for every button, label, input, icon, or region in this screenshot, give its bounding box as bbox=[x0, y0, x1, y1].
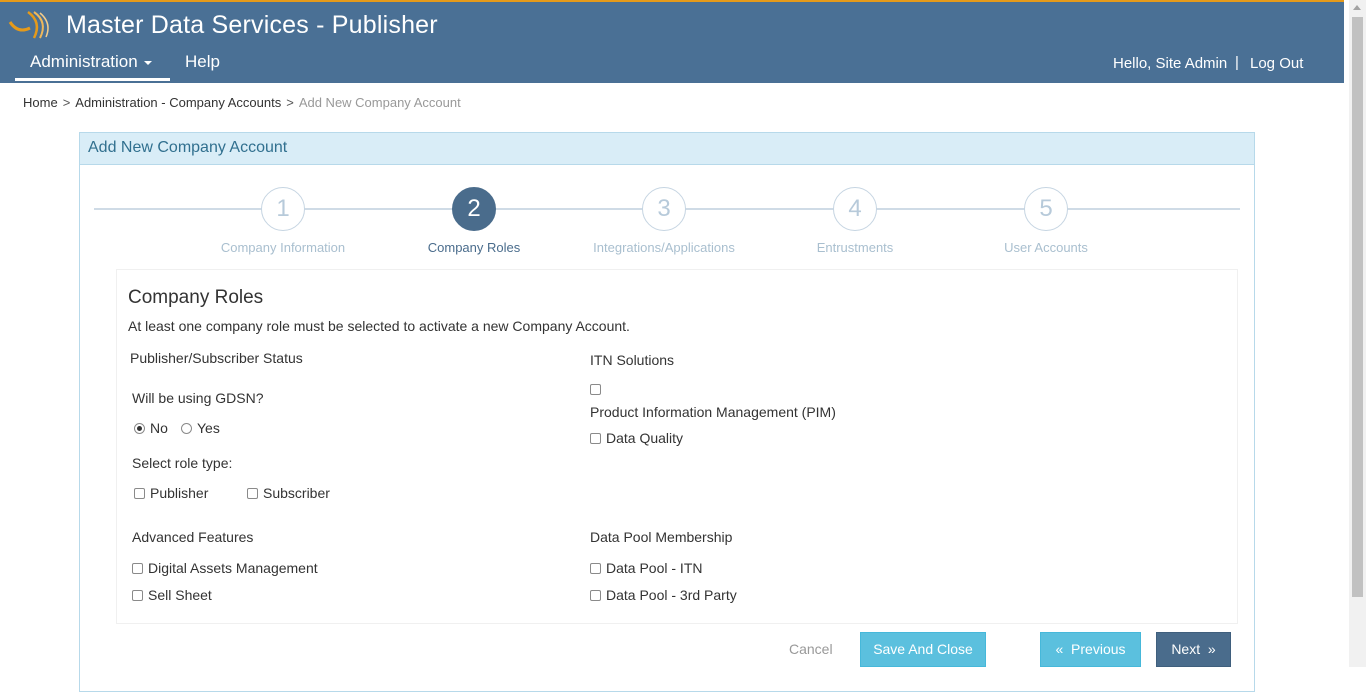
header-separator: | bbox=[1235, 54, 1239, 71]
gdsn-no-radio[interactable]: No bbox=[134, 420, 168, 436]
double-chevron-right-icon: » bbox=[1207, 641, 1216, 657]
page-scrollbar[interactable] bbox=[1349, 0, 1366, 667]
step-number: 3 bbox=[642, 187, 686, 231]
nav-administration-label: Administration bbox=[30, 52, 138, 71]
user-greeting: Hello, Site Admin bbox=[1113, 55, 1228, 72]
scroll-thumb[interactable] bbox=[1352, 17, 1363, 597]
breadcrumb-separator: > bbox=[62, 95, 71, 110]
checkbox-icon bbox=[590, 384, 601, 395]
wizard-step-3[interactable]: 3 Integrations/Applications bbox=[574, 187, 754, 255]
previous-button[interactable]: « Previous bbox=[1040, 632, 1141, 667]
double-chevron-left-icon: « bbox=[1055, 641, 1064, 657]
previous-label: Previous bbox=[1071, 641, 1126, 657]
breadcrumb-company-accounts[interactable]: Administration - Company Accounts bbox=[75, 95, 281, 110]
scroll-up-arrow-icon[interactable] bbox=[1353, 5, 1361, 10]
wizard-step-2[interactable]: 2 Company Roles bbox=[384, 187, 564, 255]
wizard-step-4[interactable]: 4 Entrustments bbox=[765, 187, 945, 255]
breadcrumb-separator: > bbox=[286, 95, 294, 110]
gdsn-question: Will be using GDSN? bbox=[132, 390, 264, 406]
breadcrumb-home[interactable]: Home bbox=[23, 95, 58, 110]
step-number: 1 bbox=[261, 187, 305, 231]
sell-sheet-checkbox[interactable]: Sell Sheet bbox=[132, 587, 212, 603]
step-label: Integrations/Applications bbox=[593, 240, 735, 255]
publisher-checkbox[interactable]: Publisher bbox=[134, 485, 208, 501]
data-pool-heading: Data Pool Membership bbox=[590, 529, 733, 545]
checkbox-icon bbox=[247, 488, 258, 499]
dam-checkbox[interactable]: Digital Assets Management bbox=[132, 560, 318, 576]
step-label: Entrustments bbox=[816, 240, 894, 255]
checkbox-icon bbox=[132, 590, 143, 601]
company-roles-form: Company Roles At least one company role … bbox=[116, 269, 1238, 624]
caret-down-icon bbox=[143, 60, 152, 65]
checkbox-icon bbox=[590, 433, 601, 444]
subscriber-checkbox[interactable]: Subscriber bbox=[247, 485, 330, 501]
next-button[interactable]: Next » bbox=[1156, 632, 1231, 667]
pub-sub-heading: Publisher/Subscriber Status bbox=[130, 350, 303, 366]
step-number: 4 bbox=[833, 187, 877, 231]
step-label: User Accounts bbox=[1004, 240, 1088, 255]
gdsn-no-label: No bbox=[150, 420, 168, 436]
publisher-label: Publisher bbox=[150, 485, 209, 501]
advanced-heading: Advanced Features bbox=[132, 529, 254, 545]
data-pool-3rd-party-checkbox[interactable]: Data Pool - 3rd Party bbox=[590, 587, 737, 603]
pim-checkbox[interactable] bbox=[590, 381, 606, 397]
checkbox-icon bbox=[590, 590, 601, 601]
step-number: 5 bbox=[1024, 187, 1068, 231]
itn-heading: ITN Solutions bbox=[590, 352, 675, 368]
app-header: Master Data Services - Publisher Adminis… bbox=[0, 0, 1344, 83]
dam-label: Digital Assets Management bbox=[148, 560, 318, 576]
wizard-step-5[interactable]: 5 User Accounts bbox=[956, 187, 1136, 255]
nav-administration[interactable]: Administration bbox=[15, 48, 170, 81]
sell-sheet-label: Sell Sheet bbox=[148, 587, 212, 603]
logout-link[interactable]: Log Out bbox=[1250, 55, 1303, 72]
checkbox-icon bbox=[134, 488, 145, 499]
role-type-label: Select role type: bbox=[132, 455, 233, 471]
data-quality-checkbox[interactable]: Data Quality bbox=[590, 430, 683, 446]
save-and-close-button[interactable]: Save And Close bbox=[860, 632, 986, 667]
panel-title: Add New Company Account bbox=[80, 133, 1254, 165]
data-quality-label: Data Quality bbox=[606, 430, 684, 446]
add-account-panel: Add New Company Account 1 Company Inform… bbox=[79, 132, 1255, 692]
data-pool-itn-label: Data Pool - ITN bbox=[606, 560, 703, 576]
radio-checked-icon bbox=[134, 423, 145, 434]
radio-icon bbox=[181, 423, 192, 434]
checkbox-icon bbox=[590, 563, 601, 574]
gdsn-yes-radio[interactable]: Yes bbox=[181, 420, 220, 436]
step-label: Company Information bbox=[220, 240, 346, 255]
subscriber-label: Subscriber bbox=[263, 485, 330, 501]
step-number: 2 bbox=[452, 187, 496, 231]
data-pool-3rd-party-label: Data Pool - 3rd Party bbox=[606, 587, 737, 603]
breadcrumb-current: Add New Company Account bbox=[298, 95, 461, 110]
nav-help[interactable]: Help bbox=[185, 52, 220, 72]
wizard-step-1[interactable]: 1 Company Information bbox=[193, 187, 373, 255]
step-label: Company Roles bbox=[427, 240, 521, 255]
section-description: At least one company role must be select… bbox=[128, 318, 630, 334]
cancel-link[interactable]: Cancel bbox=[789, 641, 833, 657]
app-title: Master Data Services - Publisher bbox=[66, 11, 438, 39]
data-pool-itn-checkbox[interactable]: Data Pool - ITN bbox=[590, 560, 702, 576]
section-title: Company Roles bbox=[128, 287, 264, 308]
checkbox-icon bbox=[132, 563, 143, 574]
pim-label: Product Information Management (PIM) bbox=[590, 404, 836, 420]
gdsn-yes-label: Yes bbox=[197, 420, 220, 436]
breadcrumb: Home > Administration - Company Accounts > A… bbox=[23, 95, 461, 110]
logo-icon bbox=[8, 10, 49, 39]
next-label: Next bbox=[1171, 641, 1201, 657]
